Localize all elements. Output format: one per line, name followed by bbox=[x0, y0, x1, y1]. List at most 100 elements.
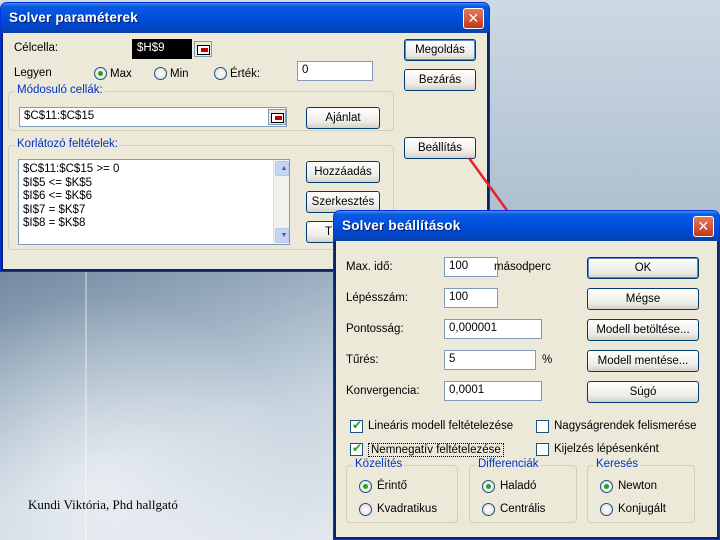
iterations-input[interactable]: 100 bbox=[444, 288, 498, 308]
guess-button[interactable]: Ajánlat bbox=[306, 107, 380, 129]
max-time-input[interactable]: 100 bbox=[444, 257, 498, 277]
value-of-value: 0 bbox=[302, 64, 309, 76]
window-title: Solver beállítások bbox=[342, 218, 461, 233]
newton-label: Newton bbox=[618, 480, 657, 492]
solve-button[interactable]: Megoldás bbox=[404, 39, 476, 61]
tolerance-unit: % bbox=[542, 354, 553, 366]
derivatives-group: Differenciák Haladó Centrális bbox=[469, 458, 577, 523]
solver-options-titlebar[interactable]: Solver beállítások ✕ bbox=[334, 211, 719, 241]
value-of-input[interactable]: 0 bbox=[297, 61, 373, 81]
add-constraint-button[interactable]: Hozzáadás bbox=[306, 161, 380, 183]
scroll-up-icon[interactable]: ▲ bbox=[275, 161, 289, 176]
iterations-value: 100 bbox=[449, 291, 469, 303]
min-radio[interactable] bbox=[154, 67, 167, 80]
auto-scaling-checkbox[interactable] bbox=[536, 420, 549, 433]
target-cell-label: Célcella: bbox=[14, 42, 59, 54]
guess-button-label: Ajánlat bbox=[325, 112, 361, 124]
tangent-label: Érintő bbox=[377, 480, 408, 492]
options-button[interactable]: Beállítás bbox=[404, 137, 476, 159]
convergence-value: 0,0001 bbox=[449, 384, 485, 396]
save-model-label: Modell mentése... bbox=[597, 355, 689, 367]
linear-model-checkbox[interactable] bbox=[350, 418, 363, 433]
forward-radio[interactable] bbox=[482, 480, 495, 493]
tangent-radio[interactable] bbox=[359, 480, 372, 493]
delete-button-label: T bbox=[325, 226, 333, 238]
solver-options-window: Solver beállítások ✕ Max. idő: 100 másod… bbox=[333, 210, 720, 540]
central-radio[interactable] bbox=[482, 503, 495, 516]
quadratic-radio[interactable] bbox=[359, 503, 372, 516]
ref-edit-icon[interactable] bbox=[268, 109, 286, 125]
precision-input[interactable]: 0,000001 bbox=[444, 319, 542, 339]
close-button-label: Bezárás bbox=[418, 74, 462, 86]
constraint-item[interactable]: $I$8 = $K$8 bbox=[19, 217, 289, 231]
options-button-label: Beállítás bbox=[417, 142, 463, 154]
ref-edit-icon[interactable] bbox=[194, 41, 212, 57]
value-of-radio[interactable] bbox=[214, 67, 227, 80]
search-title: Keresés bbox=[594, 458, 641, 470]
conjugate-radio[interactable] bbox=[600, 503, 613, 516]
help-button[interactable]: Súgó bbox=[587, 381, 699, 403]
changing-cells-input[interactable]: $C$11:$C$15 bbox=[19, 107, 287, 127]
precision-value: 0,000001 bbox=[449, 322, 497, 334]
linear-model-label: Lineáris modell feltételezése bbox=[368, 420, 514, 432]
max-time-unit: másodperc bbox=[494, 261, 551, 273]
changing-cells-value: $C$11:$C$15 bbox=[24, 110, 95, 122]
target-cell-input[interactable]: $H$9 bbox=[132, 39, 192, 59]
min-label: Min bbox=[170, 68, 189, 80]
constraint-item[interactable]: $I$5 <= $K$5 bbox=[19, 177, 289, 191]
convergence-input[interactable]: 0,0001 bbox=[444, 381, 542, 401]
cancel-button[interactable]: Mégse bbox=[587, 288, 699, 310]
derivatives-title: Differenciák bbox=[476, 458, 541, 470]
quadratic-label: Kvadratikus bbox=[377, 503, 438, 515]
close-icon[interactable]: ✕ bbox=[463, 8, 484, 29]
nonnegative-label: Nemnegatív feltételezése bbox=[368, 443, 504, 457]
close-icon[interactable]: ✕ bbox=[693, 216, 714, 237]
constraint-item[interactable]: $C$11:$C$15 >= 0 bbox=[19, 163, 289, 177]
load-model-label: Modell betöltése... bbox=[596, 324, 690, 336]
central-label: Centrális bbox=[500, 503, 546, 515]
estimates-title: Közelítés bbox=[353, 458, 405, 470]
constraints-label: Korlátozó feltételek: bbox=[15, 138, 121, 150]
tolerance-value: 5 bbox=[449, 353, 456, 365]
search-group: Keresés Newton Konjugált bbox=[587, 458, 695, 523]
precision-label: Pontosság: bbox=[346, 323, 404, 335]
convergence-label: Konvergencia: bbox=[346, 385, 420, 397]
solver-parameters-titlebar[interactable]: Solver paraméterek ✕ bbox=[1, 3, 489, 33]
ok-button[interactable]: OK bbox=[587, 257, 699, 279]
window-title: Solver paraméterek bbox=[9, 10, 138, 25]
constraint-item[interactable]: $I$6 <= $K$6 bbox=[19, 190, 289, 204]
solver-options-body: Max. idő: 100 másodperc Lépésszám: 100 P… bbox=[337, 241, 716, 536]
author-caption: Kundi Viktória, Phd hallgató bbox=[28, 497, 178, 512]
save-model-button[interactable]: Modell mentése... bbox=[587, 350, 699, 372]
nonnegative-checkbox[interactable] bbox=[350, 441, 363, 456]
show-iterations-checkbox[interactable] bbox=[536, 443, 549, 456]
value-of-label: Érték: bbox=[230, 68, 261, 80]
show-iterations-label: Kijelzés lépésenként bbox=[554, 443, 659, 455]
max-time-value: 100 bbox=[449, 260, 469, 272]
target-cell-value: $H$9 bbox=[137, 42, 165, 54]
tolerance-input[interactable]: 5 bbox=[444, 350, 536, 370]
help-button-label: Súgó bbox=[629, 386, 657, 398]
estimates-group: Közelítés Érintő Kvadratikus bbox=[346, 458, 458, 523]
max-label: Max bbox=[110, 68, 132, 80]
ok-button-label: OK bbox=[634, 262, 652, 274]
equal-to-label: Legyen bbox=[14, 67, 52, 79]
tolerance-label: Tűrés: bbox=[346, 354, 379, 366]
close-button[interactable]: Bezárás bbox=[404, 69, 476, 91]
add-button-label: Hozzáadás bbox=[314, 166, 372, 178]
max-time-label: Max. idő: bbox=[346, 261, 393, 273]
forward-label: Haladó bbox=[500, 480, 537, 492]
constraints-scrollbar[interactable]: ▲ ▼ bbox=[273, 160, 289, 244]
max-radio[interactable] bbox=[94, 67, 107, 80]
newton-radio[interactable] bbox=[600, 480, 613, 493]
scroll-down-icon[interactable]: ▼ bbox=[275, 228, 289, 243]
auto-scaling-label: Nagyságrendek felismerése bbox=[554, 420, 697, 432]
change-button-label: Szerkesztés bbox=[311, 196, 375, 208]
solve-button-label: Megoldás bbox=[415, 44, 465, 56]
cancel-button-label: Mégse bbox=[625, 293, 661, 305]
load-model-button[interactable]: Modell betöltése... bbox=[587, 319, 699, 341]
iterations-label: Lépésszám: bbox=[346, 292, 409, 304]
constraints-list[interactable]: $C$11:$C$15 >= 0 $I$5 <= $K$5 $I$6 <= $K… bbox=[18, 159, 290, 245]
constraint-item[interactable]: $I$7 = $K$7 bbox=[19, 204, 289, 218]
conjugate-label: Konjugált bbox=[618, 503, 666, 515]
